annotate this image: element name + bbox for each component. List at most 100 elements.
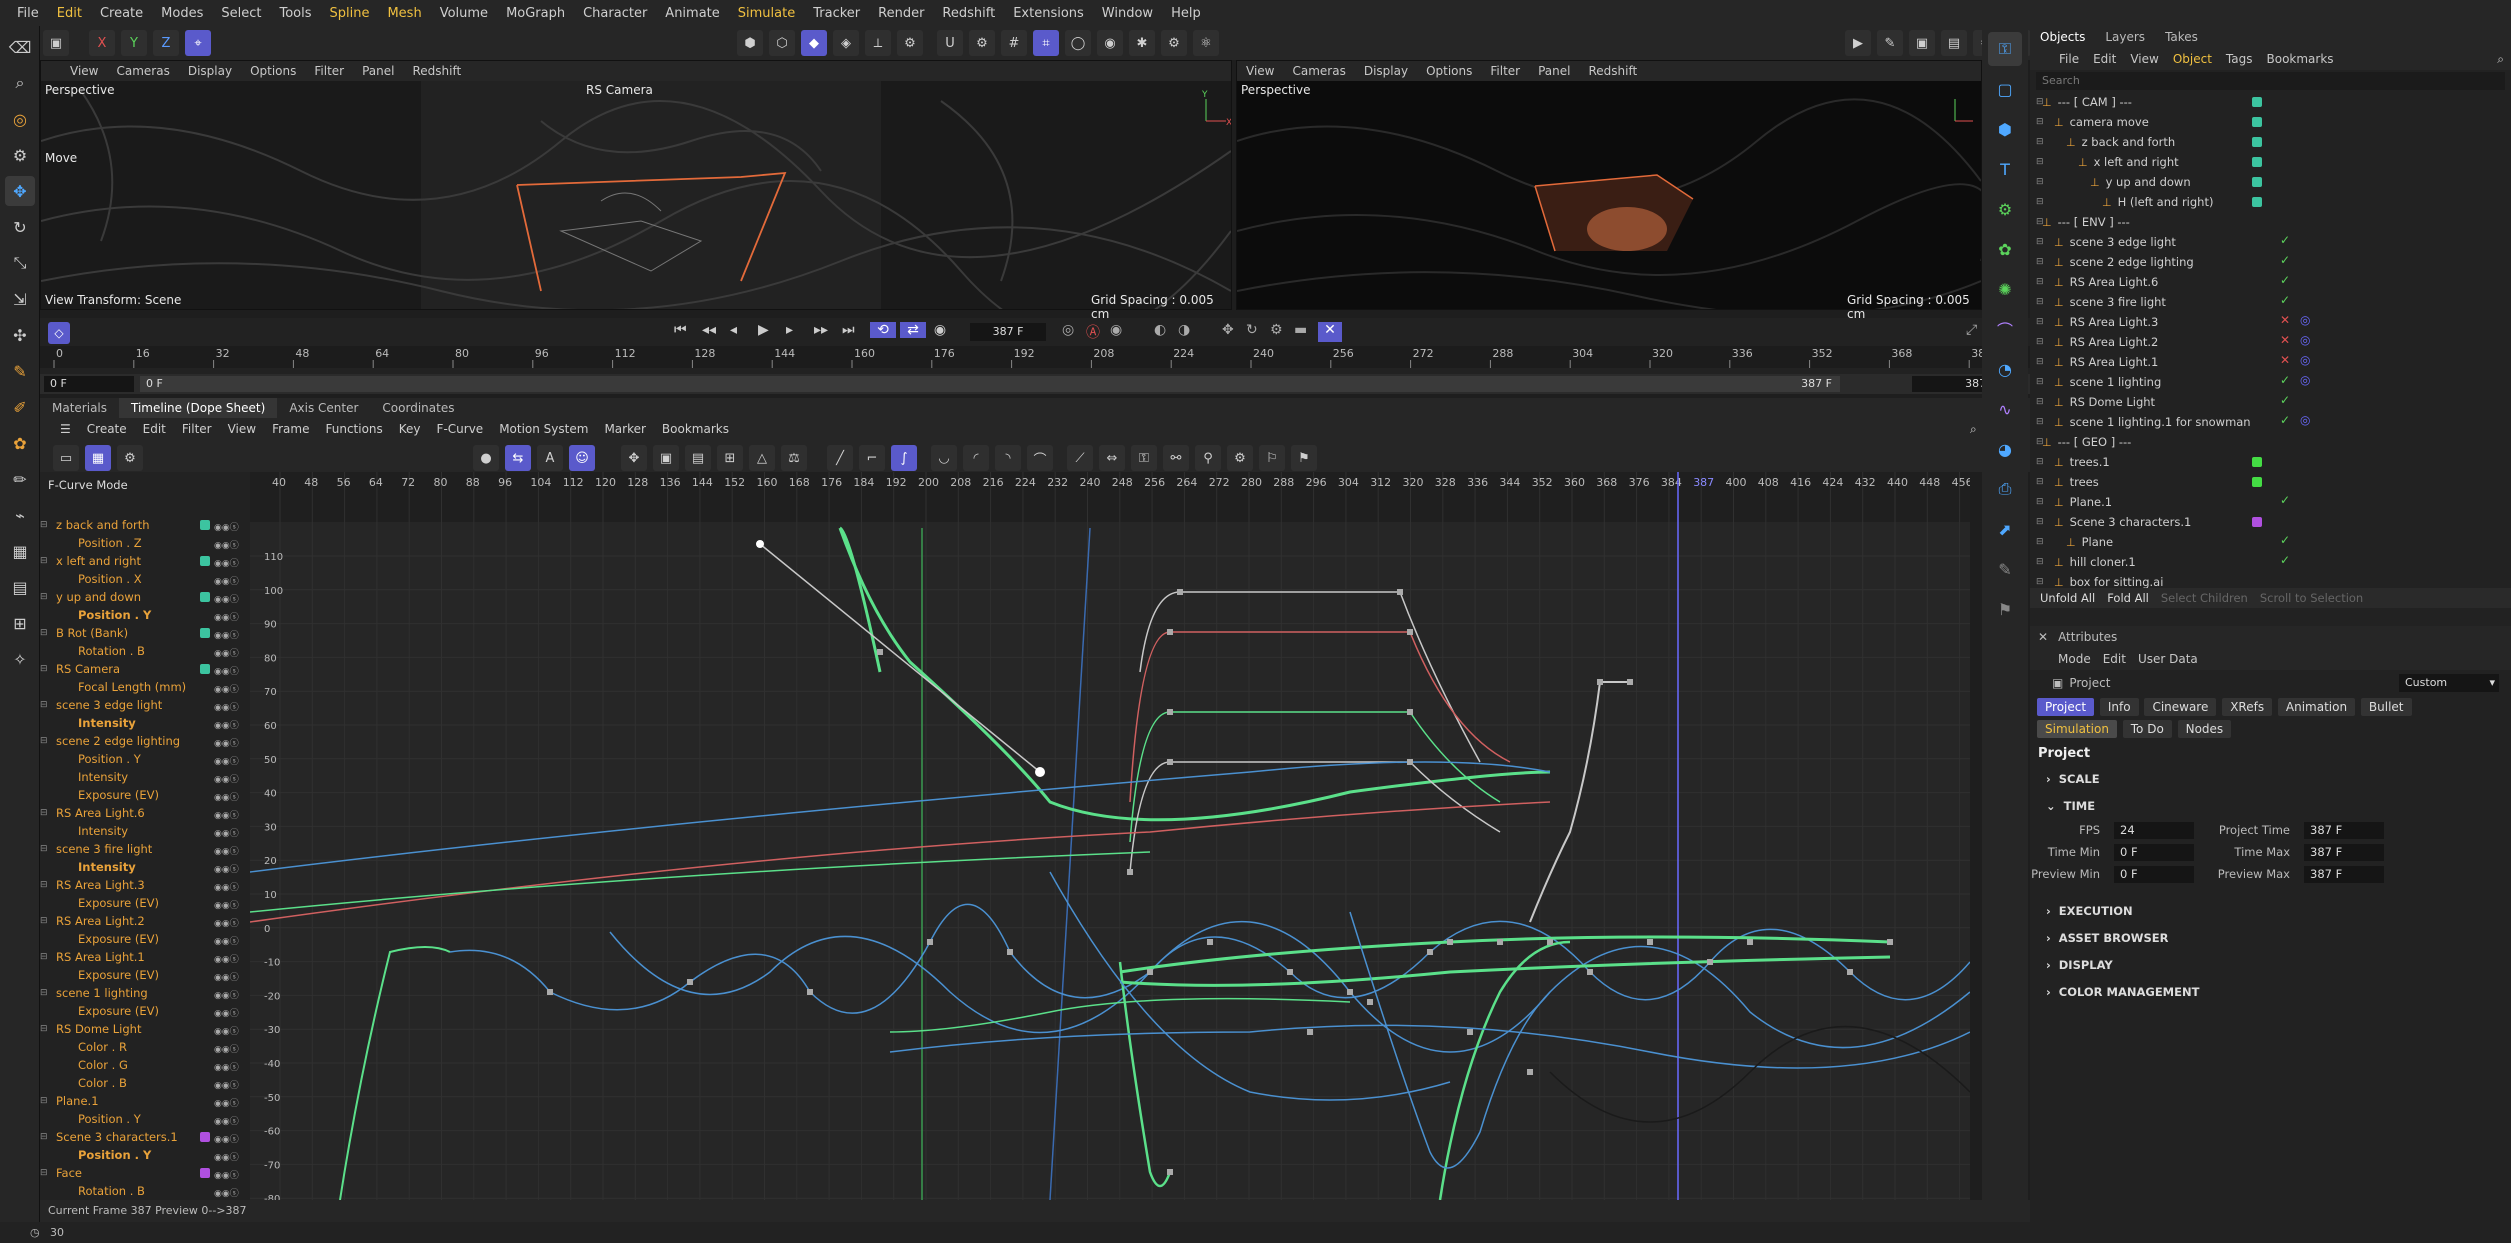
keyframe-handle[interactable] — [756, 540, 764, 548]
object-item[interactable]: ⊟ ⊥ RS Area Light.1 ✕ ◎ — [2030, 352, 2511, 372]
track-row[interactable]: ⊟ z back and forth ◉◉ⓢ — [40, 516, 250, 534]
track-row[interactable]: Color . B ◉◉ⓢ — [40, 1074, 250, 1092]
magic-wand-icon[interactable]: ✧ — [5, 644, 35, 674]
expand-icon[interactable]: ⊟ — [2030, 457, 2054, 467]
track-visibility-icon[interactable]: ◉◉ⓢ — [214, 1078, 242, 1091]
lock-tangent-icon[interactable]: ⚿ — [1131, 445, 1157, 471]
object-item[interactable]: ⊟ ⊥ z back and forth — [2030, 132, 2511, 152]
viewport-right[interactable]: View Cameras Display Options Filter Pane… — [1236, 60, 1982, 321]
keyframe[interactable] — [1167, 629, 1173, 635]
object-item[interactable]: ⊟ ⊥ scene 2 edge lighting ✓ — [2030, 252, 2511, 272]
break-tangent-icon[interactable]: ⟋ — [1067, 445, 1093, 471]
fcurve[interactable] — [839, 526, 882, 673]
rotate-tool-icon[interactable]: ↻ — [5, 212, 35, 242]
spline-interp-icon[interactable]: ∫ — [891, 445, 917, 471]
vp-menu-display[interactable]: Display — [179, 64, 241, 78]
collapse-icon[interactable]: ⊟ — [40, 1024, 48, 1034]
ds-menu-marker[interactable]: Marker — [596, 422, 653, 436]
keyframe[interactable] — [1347, 989, 1353, 995]
keyframe-tool-icon[interactable]: ● — [473, 445, 499, 471]
key-mute-icon[interactable]: ⚐ — [1259, 445, 1285, 471]
tab-objects[interactable]: Objects — [2030, 26, 2095, 48]
tab-layers[interactable]: Layers — [2095, 26, 2155, 48]
prev-frame-icon[interactable]: ◂ — [730, 322, 758, 338]
track-visibility-icon[interactable]: ◉◉ⓢ — [214, 1168, 242, 1181]
unfold-all-button[interactable]: Unfold All — [2034, 591, 2101, 605]
spline-pen-icon[interactable]: ✎ — [5, 356, 35, 386]
keyframe[interactable] — [1467, 1029, 1473, 1035]
spline-icon[interactable]: ∿ — [1988, 392, 2022, 426]
attr-menu-userdata[interactable]: User Data — [2132, 652, 2204, 666]
keyframe[interactable] — [1527, 1069, 1533, 1075]
frame-selected-icon[interactable]: ▤ — [685, 445, 711, 471]
track-row[interactable]: Position . Y ◉◉ⓢ — [40, 1146, 250, 1164]
track-row[interactable]: ⊟ B Rot (Bank) ◉◉ⓢ — [40, 624, 250, 642]
object-search-input[interactable]: Search — [2036, 72, 2505, 90]
obj-menu-object[interactable]: Object — [2166, 52, 2219, 66]
expand-icon[interactable]: ⊟ — [2030, 357, 2054, 367]
object-item[interactable]: ⊟ ⊥ Plane.1 ✓ — [2030, 492, 2511, 512]
object-item[interactable]: ⊟ ⊥ RS Area Light.6 ✓ — [2030, 272, 2511, 292]
picture-viewer-icon[interactable]: ▤ — [1941, 30, 1967, 56]
expand-icon[interactable]: ⊟ — [2030, 377, 2054, 387]
keyframe[interactable] — [1847, 969, 1853, 975]
record-pos-icon[interactable]: ◐ — [1154, 322, 1178, 342]
track-row[interactable]: Position . Y ◉◉ⓢ — [40, 750, 250, 768]
keyframe[interactable] — [1007, 949, 1013, 955]
keyframe[interactable] — [1497, 939, 1503, 945]
track-visibility-icon[interactable]: ◉◉ⓢ — [214, 898, 242, 911]
clamp-icon[interactable]: ⌒ — [1027, 445, 1053, 471]
transform-tool-icon[interactable]: ⇲ — [5, 284, 35, 314]
keyframe[interactable] — [1147, 969, 1153, 975]
tab-takes[interactable]: Takes — [2155, 26, 2208, 48]
track-visibility-icon[interactable]: ◉◉ⓢ — [214, 520, 242, 533]
track-visibility-icon[interactable]: ◉◉ⓢ — [214, 1024, 242, 1037]
start-frame-field[interactable]: 0 F — [44, 376, 134, 392]
goto-end-icon[interactable]: ⏭ — [842, 322, 870, 338]
keyframe[interactable] — [1177, 589, 1183, 595]
link-view-icon[interactable]: ⇆ — [505, 445, 531, 471]
motion-mode-icon[interactable]: ⚙ — [117, 445, 143, 471]
expand-icon[interactable]: ⊟ — [2030, 177, 2090, 187]
section-execution[interactable]: › EXECUTION — [2030, 897, 2511, 924]
disabled-x-icon[interactable]: ✕ — [2280, 333, 2290, 347]
section-color-management[interactable]: › COLOR MANAGEMENT — [2030, 978, 2511, 1005]
track-row[interactable]: ⊟ scene 3 fire light ◉◉ⓢ — [40, 840, 250, 858]
track-row[interactable]: ⊟ RS Area Light.3 ◉◉ⓢ — [40, 876, 250, 894]
track-visibility-icon[interactable]: ◉◉ⓢ — [214, 1132, 242, 1145]
expand-icon[interactable]: ⊟ — [2030, 197, 2102, 207]
obj-search-icon[interactable]: ⌕ — [2490, 52, 2511, 67]
expand-icon[interactable]: ⊟ — [2030, 257, 2054, 267]
track-row[interactable]: Position . Y ◉◉ⓢ — [40, 606, 250, 624]
selection-tools-icon[interactable]: ⚙ — [5, 140, 35, 170]
grid-snap-icon[interactable]: ⌗ — [1033, 30, 1059, 56]
field-icon[interactable]: ◔ — [1988, 352, 2022, 386]
keyframe[interactable] — [807, 989, 813, 995]
object-item[interactable]: ⊟ ⊥ scene 3 fire light ✓ — [2030, 292, 2511, 312]
linear-interp-icon[interactable]: ╱ — [827, 445, 853, 471]
tab-axis-center[interactable]: Axis Center — [277, 398, 370, 418]
key-breakdown-icon[interactable]: ⚑ — [1291, 445, 1317, 471]
model-mode-icon[interactable]: ⬢ — [737, 30, 763, 56]
enabled-check-icon[interactable]: ✓ — [2280, 233, 2290, 247]
vp2-menu-cameras[interactable]: Cameras — [1283, 64, 1354, 78]
collapse-icon[interactable]: ⊟ — [40, 880, 48, 890]
keyframe[interactable] — [1647, 939, 1653, 945]
viewport-camera-label[interactable]: RS Camera — [586, 83, 653, 97]
enabled-check-icon[interactable]: ✓ — [2280, 293, 2290, 307]
keyframe[interactable] — [687, 979, 693, 985]
menu-render[interactable]: Render — [869, 6, 933, 21]
interpolation-icon[interactable]: ✕ — [1318, 322, 1342, 342]
render-settings-icon[interactable]: ✱ — [1129, 30, 1155, 56]
menu-mesh[interactable]: Mesh — [378, 6, 430, 21]
next-frame-icon[interactable]: ▸ — [786, 322, 814, 338]
keyframe[interactable] — [1287, 969, 1293, 975]
paint-icon[interactable]: ✎ — [1988, 552, 2022, 586]
hamburger-icon[interactable]: ☰ — [52, 422, 79, 436]
object-item[interactable]: ⊟ ⊥ RS Area Light.3 ✕ ◎ — [2030, 312, 2511, 332]
collapse-icon[interactable]: ⊟ — [40, 1096, 48, 1106]
track-row[interactable]: Color . R ◉◉ⓢ — [40, 1038, 250, 1056]
keyframe[interactable] — [1167, 709, 1173, 715]
obj-menu-tags[interactable]: Tags — [2219, 52, 2260, 66]
play-icon[interactable]: ▶ — [758, 322, 786, 338]
